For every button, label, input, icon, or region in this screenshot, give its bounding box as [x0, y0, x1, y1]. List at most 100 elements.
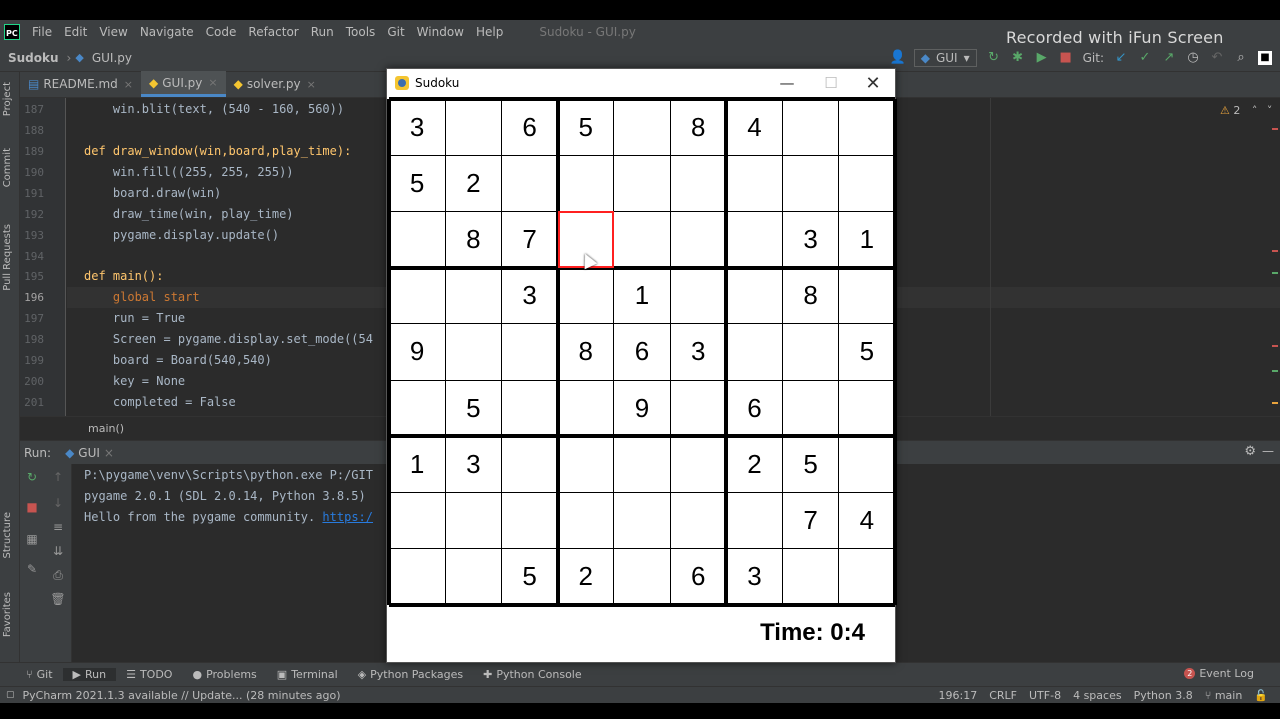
sudoku-cell[interactable]: 3: [389, 99, 445, 155]
sudoku-cell[interactable]: [614, 99, 670, 155]
scroll-to-end-icon[interactable]: ⇊: [50, 544, 66, 558]
breadcrumb-file[interactable]: GUI.py: [84, 51, 136, 65]
sudoku-cell[interactable]: [839, 549, 895, 605]
sudoku-cell[interactable]: 7: [501, 211, 557, 267]
tool-terminal[interactable]: ▣ Terminal: [267, 668, 348, 681]
sudoku-cell[interactable]: [839, 155, 895, 211]
sudoku-cell[interactable]: [839, 268, 895, 324]
sudoku-cell[interactable]: [501, 155, 557, 211]
tab-solver[interactable]: ◆ solver.py ×: [226, 71, 324, 97]
stop-icon[interactable]: ■: [24, 500, 40, 514]
sudoku-cell[interactable]: 2: [558, 549, 614, 605]
sudoku-cell[interactable]: 6: [614, 324, 670, 380]
search-icon[interactable]: ⌕: [1234, 51, 1248, 65]
git-update-icon[interactable]: ↙: [1114, 51, 1128, 65]
lock-icon[interactable]: 🔓: [1254, 689, 1268, 702]
sudoku-cell[interactable]: 8: [783, 268, 839, 324]
file-encoding[interactable]: UTF-8: [1029, 689, 1061, 702]
sudoku-cell[interactable]: [726, 268, 782, 324]
git-commit-icon[interactable]: ✓: [1138, 51, 1152, 65]
pin-icon[interactable]: ✎: [24, 562, 40, 576]
sudoku-cell[interactable]: 5: [501, 549, 557, 605]
breadcrumb-function[interactable]: main(): [88, 422, 124, 435]
sudoku-cell[interactable]: [614, 155, 670, 211]
sudoku-cell[interactable]: 7: [783, 493, 839, 549]
warnings-indicator[interactable]: ⚠ 2 ˄ ˅: [1220, 104, 1272, 117]
tool-structure[interactable]: Structure: [2, 512, 13, 559]
caret-position[interactable]: 196:17: [939, 689, 978, 702]
sudoku-cell[interactable]: [389, 380, 445, 436]
tool-python-console[interactable]: ✚ Python Console: [473, 668, 592, 681]
sudoku-cell[interactable]: 5: [445, 380, 501, 436]
tool-todo[interactable]: ☰ TODO: [116, 668, 182, 681]
close-button[interactable]: ✕: [851, 69, 895, 97]
indent-setting[interactable]: 4 spaces: [1073, 689, 1122, 702]
history-icon[interactable]: ◷: [1186, 51, 1200, 65]
menu-edit[interactable]: Edit: [58, 25, 93, 39]
tool-pull-requests[interactable]: Pull Requests: [2, 224, 13, 291]
sudoku-cell[interactable]: 5: [783, 436, 839, 492]
sudoku-cell[interactable]: [558, 268, 614, 324]
sudoku-cell[interactable]: [501, 436, 557, 492]
tool-problems[interactable]: ● Problems: [182, 668, 266, 681]
gear-icon[interactable]: ⚙: [1244, 444, 1256, 459]
sudoku-cell[interactable]: [445, 268, 501, 324]
sudoku-cell[interactable]: [783, 155, 839, 211]
sudoku-cell[interactable]: [389, 268, 445, 324]
sudoku-cell[interactable]: [726, 155, 782, 211]
sudoku-cell[interactable]: 3: [445, 436, 501, 492]
sudoku-cell[interactable]: 8: [558, 324, 614, 380]
settings-avatar-icon[interactable]: ■: [1258, 51, 1272, 65]
sudoku-cell[interactable]: 6: [726, 380, 782, 436]
layout-icon[interactable]: ▦: [24, 532, 40, 546]
sudoku-titlebar[interactable]: Sudoku — ☐ ✕: [387, 69, 895, 97]
sudoku-cell[interactable]: [445, 99, 501, 155]
menu-run[interactable]: Run: [305, 25, 340, 39]
arrow-down-icon[interactable]: ↓: [50, 496, 66, 510]
maximize-button[interactable]: ☐: [809, 69, 853, 97]
tool-project[interactable]: Project: [2, 82, 13, 116]
minimize-button[interactable]: —: [765, 69, 809, 97]
menu-git[interactable]: Git: [381, 25, 410, 39]
sudoku-cell[interactable]: [726, 493, 782, 549]
sudoku-cell[interactable]: [445, 493, 501, 549]
console-link[interactable]: https:/: [322, 510, 373, 524]
tool-git[interactable]: ⑂ Git: [16, 668, 63, 681]
git-push-icon[interactable]: ↗: [1162, 51, 1176, 65]
sudoku-cell[interactable]: [839, 436, 895, 492]
sudoku-cell[interactable]: 9: [389, 324, 445, 380]
sudoku-cell[interactable]: [389, 493, 445, 549]
rerun-icon[interactable]: ↻: [24, 470, 40, 484]
menu-window[interactable]: Window: [411, 25, 470, 39]
sudoku-cell[interactable]: [558, 155, 614, 211]
run-tab-label[interactable]: GUI: [78, 446, 100, 460]
arrow-up-icon[interactable]: ↑: [50, 470, 66, 484]
print-icon[interactable]: ⎙: [50, 568, 66, 583]
menu-file[interactable]: File: [26, 25, 58, 39]
breadcrumb-project[interactable]: Sudoku: [0, 51, 63, 65]
close-icon[interactable]: ×: [208, 76, 217, 89]
sudoku-cell[interactable]: [670, 155, 726, 211]
tab-gui[interactable]: ◆ GUI.py ×: [141, 71, 226, 97]
sudoku-cell[interactable]: [558, 436, 614, 492]
sudoku-cell[interactable]: [670, 493, 726, 549]
sudoku-cell[interactable]: 4: [839, 493, 895, 549]
sudoku-cell[interactable]: [726, 324, 782, 380]
menu-navigate[interactable]: Navigate: [134, 25, 200, 39]
tool-favorites[interactable]: Favorites: [2, 592, 13, 637]
sudoku-cell[interactable]: [558, 380, 614, 436]
user-icon[interactable]: 👤: [890, 51, 906, 65]
sudoku-cell[interactable]: 6: [670, 549, 726, 605]
close-icon[interactable]: ×: [104, 446, 114, 460]
sudoku-cell[interactable]: 9: [614, 380, 670, 436]
menu-code[interactable]: Code: [200, 25, 243, 39]
sudoku-cell[interactable]: 5: [839, 324, 895, 380]
menu-refactor[interactable]: Refactor: [242, 25, 304, 39]
sudoku-cell[interactable]: [501, 324, 557, 380]
sudoku-cell[interactable]: [558, 493, 614, 549]
sudoku-cell[interactable]: 4: [726, 99, 782, 155]
sudoku-board[interactable]: 36584528731318986355961325745263: [387, 97, 897, 607]
sudoku-cell[interactable]: 2: [726, 436, 782, 492]
sudoku-cell[interactable]: [726, 211, 782, 267]
git-branch[interactable]: ⑂ main: [1205, 689, 1243, 702]
